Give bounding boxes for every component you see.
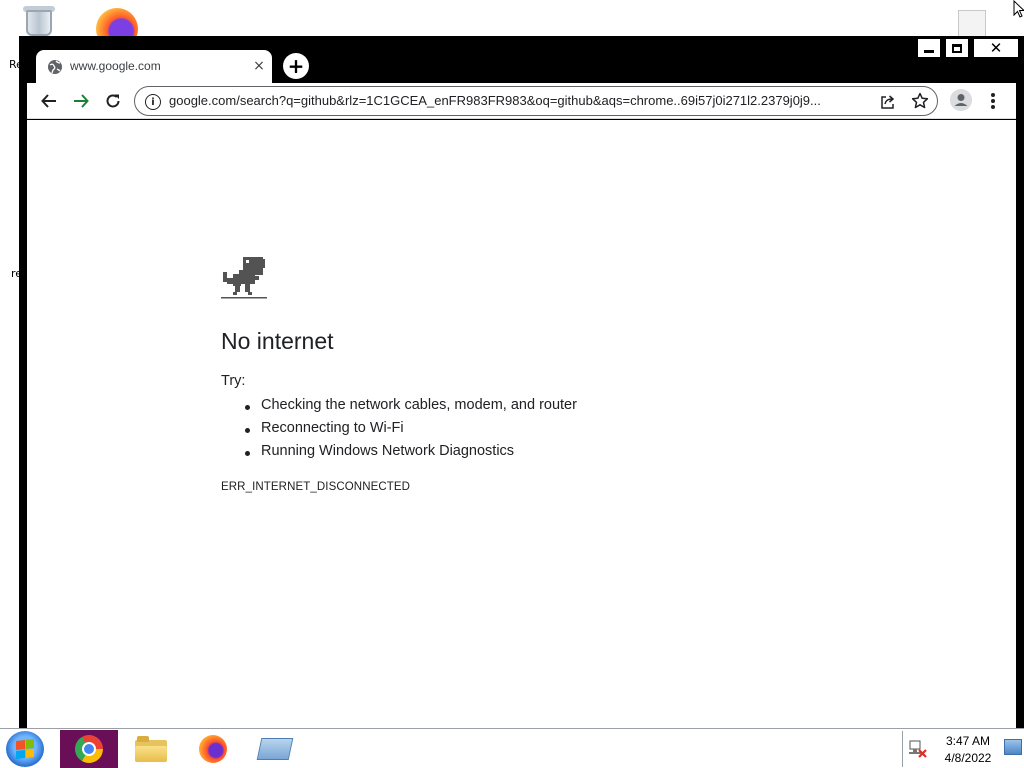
- clock-date[interactable]: 4/8/2022: [940, 751, 996, 765]
- address-bar[interactable]: i google.com/search?q=github&rlz=1C1GCEA…: [134, 86, 938, 116]
- arrow-left-icon: [41, 94, 56, 108]
- taskbar: 3:47 AM 4/8/2022: [0, 728, 1024, 768]
- start-button[interactable]: [6, 731, 44, 767]
- mouse-cursor-icon: [1013, 0, 1024, 18]
- list-item: Running Windows Network Diagnostics: [245, 443, 577, 466]
- dinosaur-icon: [221, 257, 267, 299]
- chrome-icon: [75, 735, 103, 763]
- error-code: ERR_INTERNET_DISCONNECTED: [221, 481, 411, 493]
- arrow-right-icon: [74, 94, 89, 108]
- taskbar-chrome[interactable]: [60, 730, 118, 768]
- menu-more-icon[interactable]: [989, 91, 997, 111]
- try-label: Try:: [221, 373, 246, 389]
- firefox-icon: [199, 735, 227, 763]
- share-icon[interactable]: [879, 93, 897, 111]
- folder-icon: [135, 736, 167, 762]
- close-window-button[interactable]: ✕: [973, 38, 1019, 58]
- suggestion-list: Checking the network cables, modem, and …: [245, 397, 577, 466]
- taskbar-computer[interactable]: [246, 730, 304, 768]
- tray-divider: [902, 731, 903, 767]
- maximize-icon: [952, 43, 962, 53]
- network-disconnected-icon[interactable]: [908, 739, 928, 759]
- bookmark-star-icon[interactable]: [911, 92, 929, 110]
- firefox-desktop-icon[interactable]: [94, 6, 138, 50]
- globe-icon: [48, 60, 62, 74]
- minimize-icon: [924, 49, 934, 53]
- show-desktop-button[interactable]: [1004, 739, 1022, 755]
- computer-icon: [256, 738, 294, 760]
- close-icon: ✕: [989, 38, 1003, 57]
- reload-button[interactable]: [102, 90, 124, 112]
- list-item: Checking the network cables, modem, and …: [245, 397, 577, 420]
- windows-logo-icon: [16, 739, 34, 759]
- info-icon[interactable]: i: [145, 94, 161, 110]
- reload-icon: [106, 94, 120, 108]
- taskbar-file-explorer[interactable]: [122, 730, 180, 768]
- tab-title: www.google.com: [70, 59, 161, 73]
- page-content: No internet Try: Checking the network ca…: [27, 120, 1016, 728]
- tab-google[interactable]: www.google.com ×: [36, 50, 272, 84]
- taskbar-firefox[interactable]: [184, 730, 242, 768]
- forward-button[interactable]: [70, 90, 92, 112]
- browser-window: ✕ www.google.com × + i google.com/search…: [19, 36, 1024, 728]
- back-button[interactable]: [38, 90, 60, 112]
- address-url[interactable]: google.com/search?q=github&rlz=1C1GCEA_e…: [169, 93, 821, 108]
- new-tab-button[interactable]: +: [283, 53, 309, 79]
- browser-toolbar: i google.com/search?q=github&rlz=1C1GCEA…: [27, 83, 1016, 119]
- recycle-bin-icon[interactable]: [20, 6, 58, 36]
- profile-avatar-icon[interactable]: [950, 89, 972, 111]
- clock-time[interactable]: 3:47 AM: [940, 734, 996, 748]
- tab-close-button[interactable]: ×: [250, 57, 268, 75]
- error-title: No internet: [221, 328, 334, 354]
- minimize-button[interactable]: [917, 38, 941, 58]
- list-item: Reconnecting to Wi-Fi: [245, 420, 577, 443]
- maximize-button[interactable]: [945, 38, 969, 58]
